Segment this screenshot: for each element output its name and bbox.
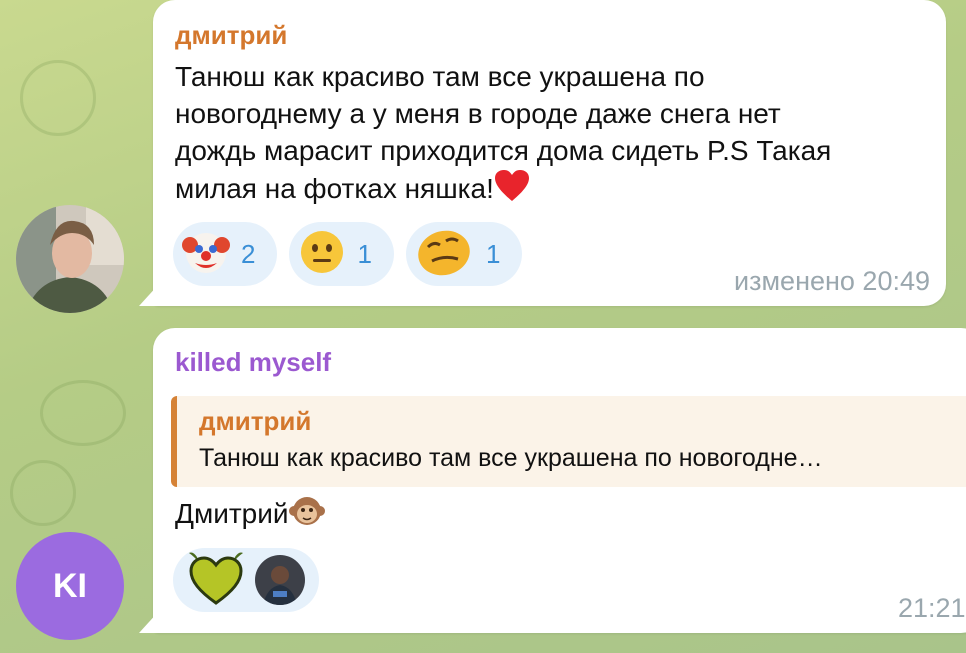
avatar-dmitriy[interactable] [16,205,124,313]
monkey-face-icon [288,494,325,537]
message-bubble[interactable]: дмитрий Танюш как красиво там все украше… [139,0,946,306]
green-heart-icon [187,549,245,612]
avatar-killed-myself[interactable]: KI [16,532,124,640]
reply-text: Танюш как красиво там все украшена по но… [199,444,823,472]
message-line: Танюш как красиво там все украшена по [175,61,705,92]
message-time: изменено 20:49 [734,266,930,296]
reaction-clown[interactable]: 2 [173,222,278,286]
message-text: Танюш как красиво там все украшена по но… [175,58,831,212]
message-line-text: Дмитрий [175,497,289,529]
bubble-tail [139,611,159,633]
red-heart-icon [494,169,530,212]
reaction-count: 2 [241,238,256,269]
reaction-custom[interactable] [173,548,319,612]
background-doodle [40,380,126,446]
reply-quote[interactable]: дмитрий Танюш как красиво там все украше… [171,396,966,487]
woozy-face-icon [414,225,476,284]
sender-name[interactable]: дмитрий [175,20,287,51]
reactions-row [173,548,319,612]
message-line: милая на фотках няшка! [175,169,831,212]
neutral-face-icon [297,227,347,282]
avatar-initials: KI [53,566,87,605]
background-doodle [20,60,96,136]
message-time: 21:21 [898,593,966,623]
message-bubble[interactable]: killed myself дмитрий Танюш как красиво … [139,328,966,633]
reaction-neutral[interactable]: 1 [289,222,394,286]
message-line: новогоднему а у меня в городе даже снега… [175,98,781,129]
reaction-woozy[interactable]: 1 [405,222,523,286]
message-text: Дмитрий [175,494,325,537]
user-avatar-icon [255,555,305,605]
reaction-count: 1 [357,238,372,269]
message-line: дождь марасит приходится дома сидеть P.S… [175,135,832,166]
bubble-tail [139,284,159,306]
clown-face-icon [181,227,231,282]
reply-sender: дмитрий [199,406,312,436]
background-doodle [10,460,76,526]
reactions-row: 2 1 1 [173,222,523,286]
message-line-text: милая на фотках няшка! [175,172,494,204]
reaction-count: 1 [485,238,501,269]
sender-name[interactable]: killed myself [175,347,331,378]
